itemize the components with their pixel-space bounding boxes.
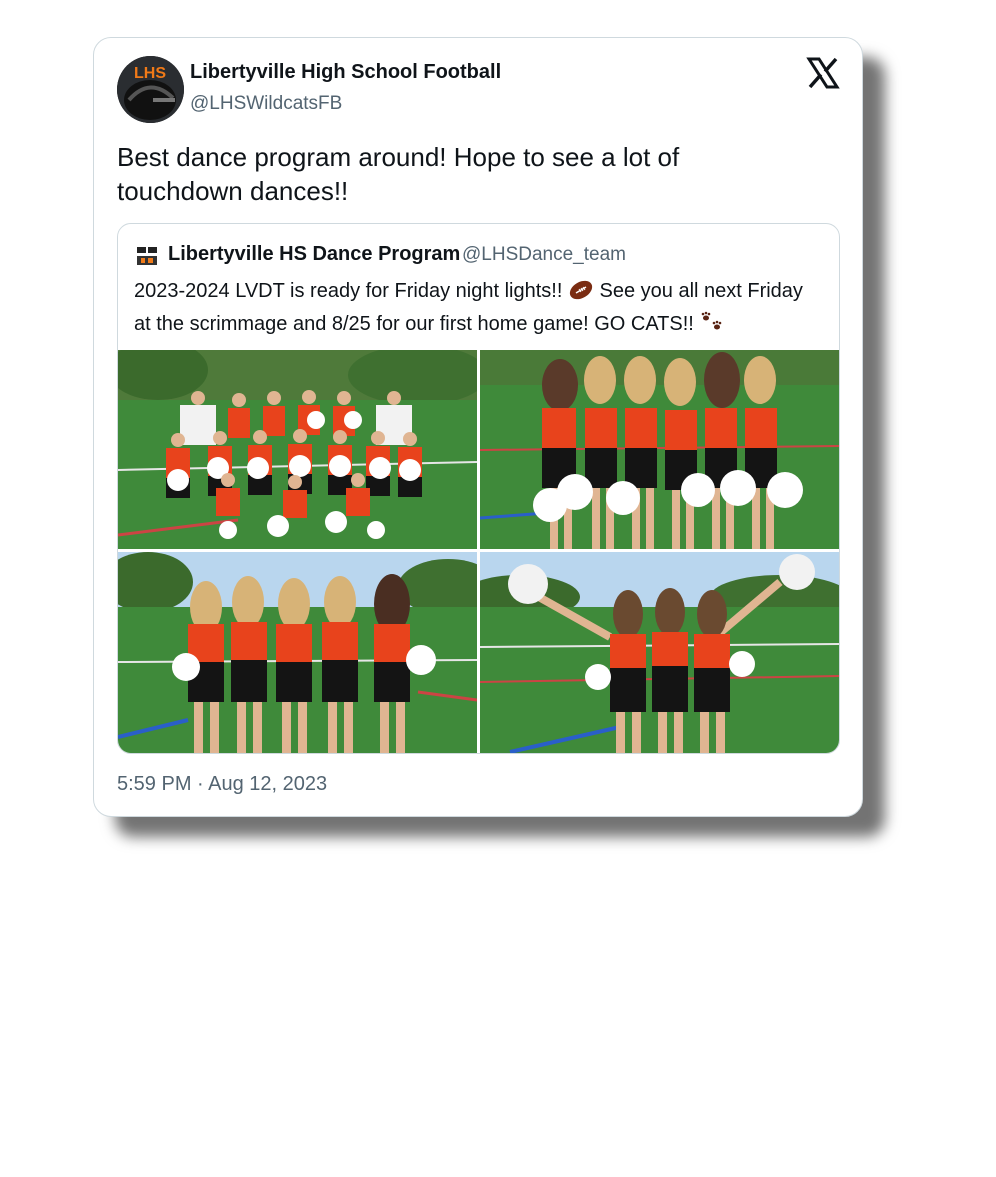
quoted-author-name[interactable]: Libertyville HS Dance Program [168,243,460,266]
tweet-timestamp[interactable]: 5:59 PM · Aug 12, 2023 [117,773,327,796]
tweet-card: LHS Libertyville High School Football @L… [93,37,863,817]
author-handle[interactable]: @LHSWildcatsFB [190,93,342,115]
photo-grid [118,350,839,753]
three-dancers-photo[interactable] [480,552,839,753]
x-logo-icon[interactable] [806,56,840,90]
tweet-text: Best dance program around! Hope to see a… [117,142,680,206]
paw-prints-icon [699,309,725,342]
quoted-tweet[interactable]: Libertyville HS Dance Program @LHSDance_… [117,223,840,754]
quoted-author-handle[interactable]: @LHSDance_team [462,244,626,266]
avatar-logo-text: LHS [134,65,166,82]
quoted-text-part1: 2023-2024 LVDT is ready for Friday night… [134,280,568,302]
football-emoji-icon [568,279,594,309]
team-group-photo[interactable] [118,350,477,549]
quoted-author-avatar[interactable] [136,245,158,267]
author-name[interactable]: Libertyville High School Football [190,61,501,84]
author-avatar[interactable]: LHS [117,56,184,123]
quoted-tweet-text: 2023-2024 LVDT is ready for Friday night… [134,276,824,342]
six-dancers-photo[interactable] [480,350,839,549]
five-dancers-photo[interactable] [118,552,477,753]
